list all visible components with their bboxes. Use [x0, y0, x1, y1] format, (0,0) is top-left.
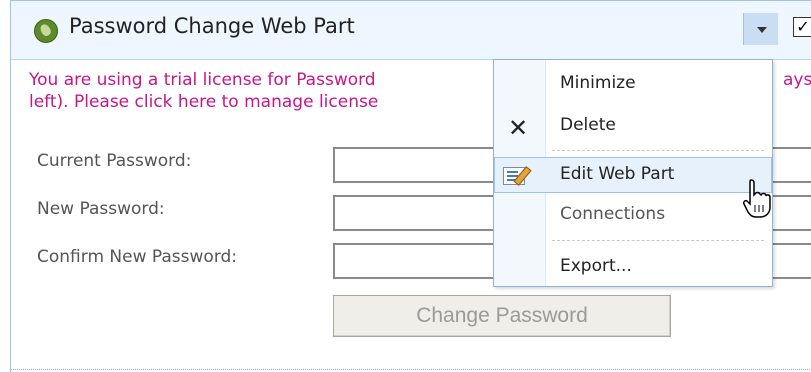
menu-item-delete[interactable]: ✕ Delete — [494, 108, 772, 144]
new-password-label: New Password: — [37, 199, 165, 219]
license-line-1: You are using a trial license for Passwo… — [29, 70, 376, 90]
close-x-icon: ✕ — [508, 114, 529, 142]
web-part-menu-dropdown[interactable] — [743, 13, 778, 45]
current-password-label: Current Password: — [37, 151, 192, 171]
web-part-menu: Minimize ✕ Delete Edit Web Part Connecti… — [493, 59, 773, 287]
web-part-bottom-divider — [11, 369, 811, 370]
menu-item-label: Edit Web Part — [560, 164, 675, 184]
menu-item-connections[interactable]: Connections — [494, 197, 772, 233]
menu-item-label: Minimize — [560, 73, 636, 93]
license-line-1-end: ays — [783, 70, 811, 90]
web-part-select-checkbox[interactable]: ✓ — [793, 17, 811, 37]
menu-item-edit-web-part[interactable]: Edit Web Part — [494, 157, 772, 193]
menu-item-label: Delete — [560, 115, 616, 135]
menu-item-label: Export... — [560, 256, 632, 276]
web-part-title: Password Change Web Part — [69, 14, 355, 38]
menu-item-export[interactable]: Export... — [494, 249, 772, 285]
menu-separator — [552, 150, 764, 151]
menu-item-label: Connections — [560, 204, 666, 224]
web-part-header: Password Change Web Part ✓ — [11, 1, 811, 60]
menu-item-minimize[interactable]: Minimize — [494, 66, 772, 102]
change-password-button[interactable]: Change Password — [333, 295, 671, 337]
confirm-password-label: Confirm New Password: — [37, 247, 238, 267]
edit-page-icon — [503, 167, 525, 185]
hand-pointer-cursor-icon — [743, 179, 771, 218]
menu-separator — [552, 240, 764, 241]
webpart-leaf-icon — [34, 19, 58, 43]
